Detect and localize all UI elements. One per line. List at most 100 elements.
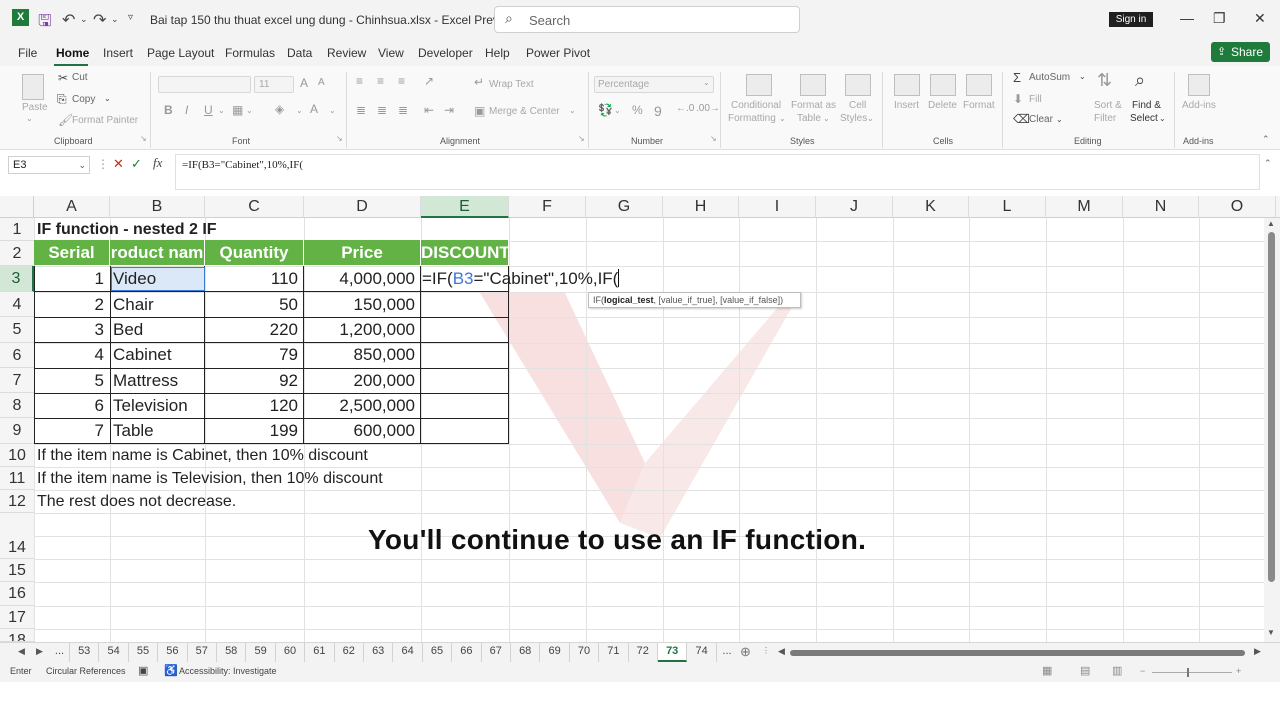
row-header-6[interactable]: 6: [0, 343, 34, 368]
cell-d4[interactable]: 150,000: [304, 293, 421, 317]
fill-label[interactable]: Fill: [1029, 94, 1042, 105]
tab-developer[interactable]: Developer: [418, 46, 473, 60]
sheet-tab-63[interactable]: 63: [364, 643, 394, 662]
header-discount[interactable]: DISCOUNT: [421, 240, 509, 265]
underline-button[interactable]: U: [204, 103, 213, 117]
add-ins-label[interactable]: Add-ins: [1182, 100, 1216, 111]
row-header-12[interactable]: 12: [0, 490, 34, 513]
next-sheet-icon[interactable]: ▶: [36, 646, 43, 657]
delete-cells-label[interactable]: Delete: [928, 100, 957, 111]
cell-b6[interactable]: Cabinet: [113, 343, 203, 367]
page-layout-view-icon[interactable]: ▤: [1080, 664, 1090, 677]
font-launcher-icon[interactable]: ↘: [336, 134, 343, 143]
format-cells-label[interactable]: Format: [963, 100, 995, 111]
tab-view[interactable]: View: [378, 46, 404, 60]
vertical-scrollbar[interactable]: ▲ ▼: [1264, 218, 1280, 642]
align-left-icon[interactable]: ≣: [356, 103, 366, 117]
column-header-k[interactable]: K: [893, 196, 969, 218]
save-icon[interactable]: 🖫: [38, 10, 52, 37]
vertical-scroll-thumb[interactable]: [1268, 232, 1275, 582]
percent-icon[interactable]: %: [632, 103, 643, 117]
column-header-i[interactable]: I: [739, 196, 816, 218]
row-header-8[interactable]: 8: [0, 393, 34, 418]
decrease-decimal-icon[interactable]: .00→: [696, 103, 720, 114]
column-header-b[interactable]: B: [110, 196, 205, 218]
column-header-m[interactable]: M: [1046, 196, 1123, 218]
decrease-indent-icon[interactable]: ⇤: [424, 103, 434, 117]
borders-icon[interactable]: ▦: [232, 103, 243, 117]
italic-button[interactable]: I: [185, 103, 188, 117]
insert-cells-label[interactable]: Insert: [894, 100, 919, 111]
orientation-icon[interactable]: ↗: [424, 74, 434, 88]
hscroll-right-icon[interactable]: ▶: [1254, 646, 1261, 657]
add-ins-icon[interactable]: [1188, 74, 1210, 96]
horizontal-scroll-thumb[interactable]: [790, 650, 1245, 656]
close-button[interactable]: ✕: [1254, 10, 1266, 27]
conditional-formatting-label-1[interactable]: Conditional: [731, 100, 781, 111]
zoom-slider[interactable]: [1152, 672, 1232, 673]
macro-record-icon[interactable]: ▣: [138, 664, 148, 677]
merge-center-icon[interactable]: ▣: [474, 104, 485, 118]
row-header-17[interactable]: 17: [0, 606, 34, 629]
sheet-tab-55[interactable]: 55: [129, 643, 159, 662]
cell-d6[interactable]: 850,000: [304, 343, 421, 367]
format-as-table-label-1[interactable]: Format as: [791, 100, 836, 111]
merge-center-label[interactable]: Merge & Center: [489, 106, 560, 117]
column-header-j[interactable]: J: [816, 196, 893, 218]
function-tooltip[interactable]: IF(logical_test, [value_if_true], [value…: [588, 292, 801, 308]
undo-dropdown-icon[interactable]: ⌄: [80, 14, 88, 25]
decrease-font-icon[interactable]: A: [318, 77, 325, 88]
fill-dropdown-icon[interactable]: ⌄: [296, 106, 303, 115]
fill-color-icon[interactable]: ◈: [275, 102, 284, 116]
customize-toolbar-icon[interactable]: ▿: [128, 12, 133, 23]
paste-dropdown-icon[interactable]: ⌄: [26, 114, 33, 123]
align-right-icon[interactable]: ≣: [398, 103, 408, 117]
sort-filter-label-2[interactable]: Filter: [1094, 113, 1116, 124]
cell-a5[interactable]: 3: [34, 318, 110, 342]
insert-cells-icon[interactable]: [894, 74, 920, 96]
tab-power-pivot[interactable]: Power Pivot: [526, 46, 590, 60]
font-name-combo[interactable]: [158, 76, 251, 93]
sheet-tab-73[interactable]: 73: [658, 643, 688, 662]
column-header-o[interactable]: O: [1199, 196, 1276, 218]
conditional-formatting-icon[interactable]: [746, 74, 772, 96]
sheet-tab-71[interactable]: 71: [599, 643, 629, 662]
header-quantity[interactable]: Quantity: [205, 240, 304, 265]
format-as-table-label-2[interactable]: Table: [797, 113, 821, 124]
align-top-icon[interactable]: ≡: [356, 74, 363, 88]
increase-font-icon[interactable]: A: [300, 76, 308, 90]
cell-e3-editor[interactable]: =IF(B3="Cabinet",10%,IF(: [422, 267, 622, 291]
scroll-down-icon[interactable]: ▼: [1267, 628, 1275, 637]
cell-d7[interactable]: 200,000: [304, 369, 421, 393]
sort-filter-icon[interactable]: ⇅: [1097, 70, 1112, 91]
row-header-18[interactable]: 18: [0, 629, 34, 642]
cell-a9[interactable]: 7: [34, 419, 110, 443]
cut-icon[interactable]: ✂: [58, 71, 68, 85]
conditional-formatting-label-2[interactable]: Formatting: [728, 113, 776, 124]
column-header-n[interactable]: N: [1123, 196, 1199, 218]
comma-style-icon[interactable]: 9: [654, 103, 662, 119]
zoom-slider-thumb[interactable]: [1187, 668, 1189, 677]
cell-a7[interactable]: 5: [34, 369, 110, 393]
cell-b7[interactable]: Mattress: [113, 369, 203, 393]
cell-a3[interactable]: 1: [34, 267, 110, 291]
tab-home[interactable]: Home: [56, 46, 89, 60]
accessibility-icon[interactable]: ♿: [164, 664, 178, 677]
sheet-tab-54[interactable]: 54: [99, 643, 129, 662]
header-price[interactable]: Price: [304, 240, 421, 265]
sort-filter-label-1[interactable]: Sort &: [1094, 100, 1122, 111]
align-center-icon[interactable]: ≣: [377, 103, 387, 117]
wrap-text-label[interactable]: Wrap Text: [489, 79, 534, 90]
format-painter-icon[interactable]: 🖌: [58, 113, 73, 127]
undo-icon[interactable]: ↶: [62, 10, 75, 30]
cut-label[interactable]: Cut: [72, 72, 88, 83]
cell-c8[interactable]: 120: [205, 394, 304, 418]
conditional-dropdown-icon[interactable]: ⌄: [779, 114, 786, 123]
cell-styles-icon[interactable]: [845, 74, 871, 96]
column-header-g[interactable]: G: [586, 196, 663, 218]
column-header-a[interactable]: A: [34, 196, 110, 218]
search-box[interactable]: ⌕ Search: [494, 6, 800, 33]
font-color-icon[interactable]: A: [310, 102, 318, 116]
zoom-out-icon[interactable]: −: [1140, 666, 1145, 676]
sheet-tab-59[interactable]: 59: [246, 643, 276, 662]
